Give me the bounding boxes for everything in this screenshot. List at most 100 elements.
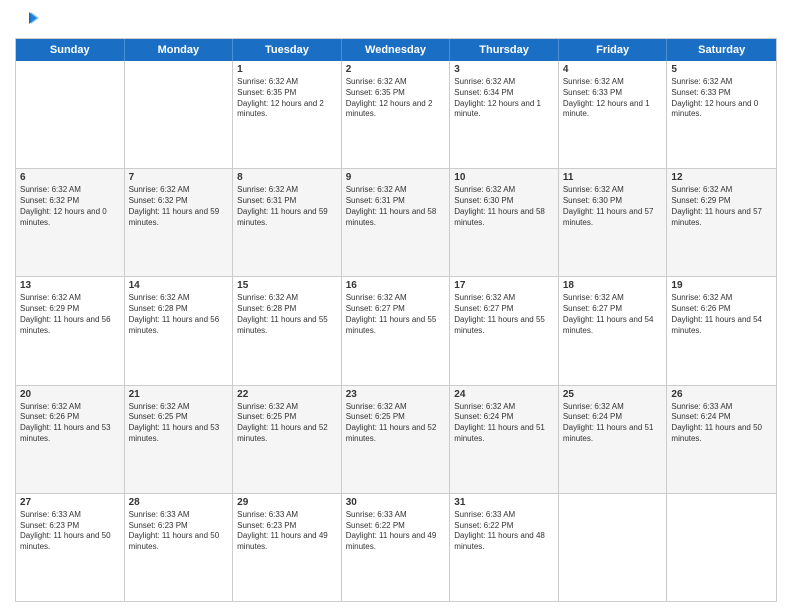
day-info: Sunrise: 6:32 AM Sunset: 6:24 PM Dayligh… bbox=[454, 402, 554, 445]
logo-flag-icon bbox=[19, 10, 39, 30]
day-number: 24 bbox=[454, 389, 554, 400]
calendar-body: 1 Sunrise: 6:32 AM Sunset: 6:35 PM Daylig… bbox=[16, 61, 776, 601]
day-number: 5 bbox=[671, 64, 772, 75]
calendar-row: 1 Sunrise: 6:32 AM Sunset: 6:35 PM Daylig… bbox=[16, 61, 776, 169]
day-info: Sunrise: 6:32 AM Sunset: 6:33 PM Dayligh… bbox=[563, 77, 663, 120]
day-number: 27 bbox=[20, 497, 120, 508]
day-info: Sunrise: 6:32 AM Sunset: 6:32 PM Dayligh… bbox=[20, 185, 120, 228]
day-info: Sunrise: 6:32 AM Sunset: 6:27 PM Dayligh… bbox=[563, 293, 663, 336]
day-number: 14 bbox=[129, 280, 229, 291]
day-info: Sunrise: 6:32 AM Sunset: 6:30 PM Dayligh… bbox=[563, 185, 663, 228]
day-info: Sunrise: 6:33 AM Sunset: 6:22 PM Dayligh… bbox=[346, 510, 446, 553]
page: SundayMondayTuesdayWednesdayThursdayFrid… bbox=[0, 0, 792, 612]
day-info: Sunrise: 6:33 AM Sunset: 6:23 PM Dayligh… bbox=[237, 510, 337, 553]
day-info: Sunrise: 6:32 AM Sunset: 6:27 PM Dayligh… bbox=[454, 293, 554, 336]
day-info: Sunrise: 6:32 AM Sunset: 6:26 PM Dayligh… bbox=[671, 293, 772, 336]
calendar-header: SundayMondayTuesdayWednesdayThursdayFrid… bbox=[16, 39, 776, 61]
day-info: Sunrise: 6:32 AM Sunset: 6:25 PM Dayligh… bbox=[237, 402, 337, 445]
day-info: Sunrise: 6:33 AM Sunset: 6:23 PM Dayligh… bbox=[129, 510, 229, 553]
calendar-cell: 31 Sunrise: 6:33 AM Sunset: 6:22 PM Dayli… bbox=[450, 494, 559, 601]
day-info: Sunrise: 6:32 AM Sunset: 6:24 PM Dayligh… bbox=[563, 402, 663, 445]
day-info: Sunrise: 6:33 AM Sunset: 6:22 PM Dayligh… bbox=[454, 510, 554, 553]
day-info: Sunrise: 6:32 AM Sunset: 6:31 PM Dayligh… bbox=[346, 185, 446, 228]
day-info: Sunrise: 6:32 AM Sunset: 6:32 PM Dayligh… bbox=[129, 185, 229, 228]
day-info: Sunrise: 6:32 AM Sunset: 6:25 PM Dayligh… bbox=[346, 402, 446, 445]
day-number: 11 bbox=[563, 172, 663, 183]
calendar-cell: 25Sunrise: 6:32 AM Sunset: 6:24 PM Dayli… bbox=[559, 386, 668, 493]
calendar-cell bbox=[559, 494, 668, 601]
calendar-cell: 11 Sunrise: 6:32 AM Sunset: 6:30 PM Dayli… bbox=[559, 169, 668, 276]
day-number: 31 bbox=[454, 497, 554, 508]
calendar-cell bbox=[125, 61, 234, 168]
calendar-cell: 30 Sunrise: 6:33 AM Sunset: 6:22 PM Dayli… bbox=[342, 494, 451, 601]
calendar-cell: 16 Sunrise: 6:32 AM Sunset: 6:27 PM Dayli… bbox=[342, 277, 451, 384]
header-day-monday: Monday bbox=[125, 39, 234, 61]
logo bbox=[15, 10, 41, 30]
header-day-friday: Friday bbox=[559, 39, 668, 61]
calendar-cell: 6 Sunrise: 6:32 AM Sunset: 6:32 PM Daylig… bbox=[16, 169, 125, 276]
day-info: Sunrise: 6:32 AM Sunset: 6:29 PM Dayligh… bbox=[20, 293, 120, 336]
calendar-cell: 13 Sunrise: 6:32 AM Sunset: 6:29 PM Dayli… bbox=[16, 277, 125, 384]
header bbox=[15, 10, 777, 30]
day-number: 6 bbox=[20, 172, 120, 183]
calendar-cell: 15 Sunrise: 6:32 AM Sunset: 6:28 PM Dayli… bbox=[233, 277, 342, 384]
calendar-cell bbox=[667, 494, 776, 601]
calendar-cell: 2 Sunrise: 6:32 AM Sunset: 6:35 PM Daylig… bbox=[342, 61, 451, 168]
day-number: 7 bbox=[129, 172, 229, 183]
day-info: Sunrise: 6:32 AM Sunset: 6:35 PM Dayligh… bbox=[346, 77, 446, 120]
header-day-thursday: Thursday bbox=[450, 39, 559, 61]
day-info: Sunrise: 6:32 AM Sunset: 6:25 PM Dayligh… bbox=[129, 402, 229, 445]
day-number: 23 bbox=[346, 389, 446, 400]
calendar-cell: 28 Sunrise: 6:33 AM Sunset: 6:23 PM Dayli… bbox=[125, 494, 234, 601]
day-info: Sunrise: 6:33 AM Sunset: 6:23 PM Dayligh… bbox=[20, 510, 120, 553]
calendar-cell: 24 Sunrise: 6:32 AM Sunset: 6:24 PM Dayli… bbox=[450, 386, 559, 493]
calendar-cell: 10 Sunrise: 6:32 AM Sunset: 6:30 PM Dayli… bbox=[450, 169, 559, 276]
day-info: Sunrise: 6:32 AM Sunset: 6:29 PM Dayligh… bbox=[671, 185, 772, 228]
day-info: Sunrise: 6:32 AM Sunset: 6:28 PM Dayligh… bbox=[237, 293, 337, 336]
day-number: 12 bbox=[671, 172, 772, 183]
day-number: 13 bbox=[20, 280, 120, 291]
header-day-wednesday: Wednesday bbox=[342, 39, 451, 61]
calendar-cell: 29 Sunrise: 6:33 AM Sunset: 6:23 PM Dayli… bbox=[233, 494, 342, 601]
day-info: Sunrise: 6:32 AM Sunset: 6:28 PM Dayligh… bbox=[129, 293, 229, 336]
day-number: 30 bbox=[346, 497, 446, 508]
calendar-cell: 4Sunrise: 6:32 AM Sunset: 6:33 PM Daylig… bbox=[559, 61, 668, 168]
day-number: 16 bbox=[346, 280, 446, 291]
day-info: Sunrise: 6:33 AM Sunset: 6:24 PM Dayligh… bbox=[671, 402, 772, 445]
calendar-cell: 3 Sunrise: 6:32 AM Sunset: 6:34 PM Daylig… bbox=[450, 61, 559, 168]
day-number: 19 bbox=[671, 280, 772, 291]
day-info: Sunrise: 6:32 AM Sunset: 6:27 PM Dayligh… bbox=[346, 293, 446, 336]
day-number: 15 bbox=[237, 280, 337, 291]
day-info: Sunrise: 6:32 AM Sunset: 6:34 PM Dayligh… bbox=[454, 77, 554, 120]
day-number: 28 bbox=[129, 497, 229, 508]
calendar-cell bbox=[16, 61, 125, 168]
day-number: 2 bbox=[346, 64, 446, 75]
header-day-tuesday: Tuesday bbox=[233, 39, 342, 61]
calendar-cell: 14 Sunrise: 6:32 AM Sunset: 6:28 PM Dayli… bbox=[125, 277, 234, 384]
calendar-cell: 22 Sunrise: 6:32 AM Sunset: 6:25 PM Dayli… bbox=[233, 386, 342, 493]
day-number: 22 bbox=[237, 389, 337, 400]
calendar-cell: 23 Sunrise: 6:32 AM Sunset: 6:25 PM Dayli… bbox=[342, 386, 451, 493]
day-info: Sunrise: 6:32 AM Sunset: 6:33 PM Dayligh… bbox=[671, 77, 772, 120]
calendar-row: 20 Sunrise: 6:32 AM Sunset: 6:26 PM Dayli… bbox=[16, 386, 776, 494]
day-number: 18 bbox=[563, 280, 663, 291]
day-info: Sunrise: 6:32 AM Sunset: 6:35 PM Dayligh… bbox=[237, 77, 337, 120]
calendar-cell: 18 Sunrise: 6:32 AM Sunset: 6:27 PM Dayli… bbox=[559, 277, 668, 384]
day-number: 10 bbox=[454, 172, 554, 183]
day-number: 3 bbox=[454, 64, 554, 75]
calendar-cell: 19 Sunrise: 6:32 AM Sunset: 6:26 PM Dayli… bbox=[667, 277, 776, 384]
day-number: 20 bbox=[20, 389, 120, 400]
calendar-row: 13 Sunrise: 6:32 AM Sunset: 6:29 PM Dayli… bbox=[16, 277, 776, 385]
calendar-cell: 20 Sunrise: 6:32 AM Sunset: 6:26 PM Dayli… bbox=[16, 386, 125, 493]
calendar-cell: 21Sunrise: 6:32 AM Sunset: 6:25 PM Dayli… bbox=[125, 386, 234, 493]
calendar-cell: 12 Sunrise: 6:32 AM Sunset: 6:29 PM Dayli… bbox=[667, 169, 776, 276]
day-number: 9 bbox=[346, 172, 446, 183]
day-number: 26 bbox=[671, 389, 772, 400]
day-info: Sunrise: 6:32 AM Sunset: 6:26 PM Dayligh… bbox=[20, 402, 120, 445]
calendar-cell: 8Sunrise: 6:32 AM Sunset: 6:31 PM Daylig… bbox=[233, 169, 342, 276]
day-number: 29 bbox=[237, 497, 337, 508]
day-info: Sunrise: 6:32 AM Sunset: 6:30 PM Dayligh… bbox=[454, 185, 554, 228]
calendar: SundayMondayTuesdayWednesdayThursdayFrid… bbox=[15, 38, 777, 602]
day-number: 1 bbox=[237, 64, 337, 75]
calendar-cell: 17Sunrise: 6:32 AM Sunset: 6:27 PM Dayli… bbox=[450, 277, 559, 384]
